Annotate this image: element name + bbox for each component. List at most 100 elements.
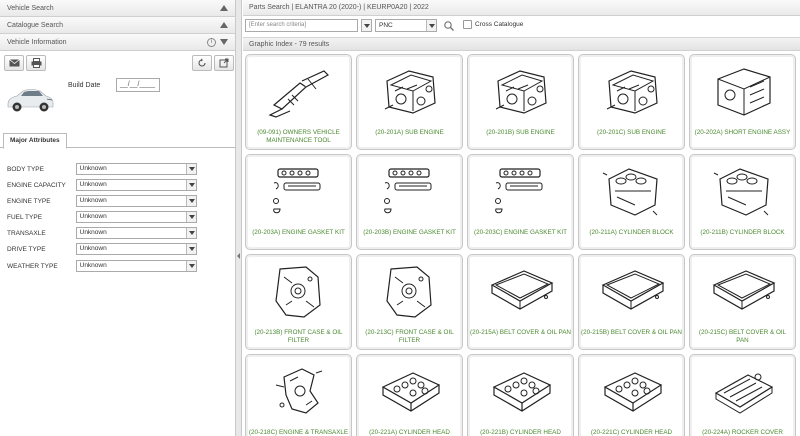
print-icon <box>31 58 41 68</box>
fuel-type-select[interactable]: Unknown <box>75 211 197 223</box>
gasket-icon <box>495 168 543 214</box>
attribute-row-transaxle: TRANSAXLE Unknown <box>7 227 197 239</box>
part-card[interactable]: (20-221A) CYLINDER HEAD <box>356 354 463 436</box>
front-case-icon <box>386 266 432 318</box>
attribute-label: FUEL TYPE <box>7 213 43 221</box>
part-card[interactable]: (20-213B) FRONT CASE & OIL FILTER <box>245 254 352 350</box>
chevron-down-icon[interactable] <box>186 180 196 190</box>
attribute-label: ENGINE TYPE <box>7 197 51 205</box>
cross-catalogue-checkbox[interactable] <box>463 20 472 29</box>
part-label[interactable]: (20-203C) ENGINE GASKET KIT <box>470 229 571 237</box>
accordion-catalogue-search[interactable]: Catalogue Search <box>0 17 235 34</box>
search-icon[interactable] <box>443 20 455 32</box>
attribute-row-weather-type: WEATHER TYPE Unknown <box>7 260 197 272</box>
drive-type-select[interactable]: Unknown <box>75 243 197 255</box>
part-card[interactable]: (09-091) OWNERS VEHICLE MAINTENANCE TOOL <box>245 54 352 150</box>
cross-catalogue-option[interactable]: Cross Catalogue <box>463 20 523 29</box>
chevron-down-icon[interactable] <box>186 164 196 174</box>
attribute-label: WEATHER TYPE <box>7 262 58 270</box>
search-row: [Enter search criteria] PNC Cross Catalo… <box>243 16 800 36</box>
transaxle-select[interactable]: Unknown <box>75 227 197 239</box>
part-label[interactable]: (20-203A) ENGINE GASKET KIT <box>248 229 349 237</box>
engine-icon <box>606 70 658 114</box>
part-card[interactable]: (20-203C) ENGINE GASKET KIT <box>467 154 574 250</box>
breadcrumb: Parts Search | ELANTRA 20 (2020-) | KEUR… <box>243 0 800 16</box>
part-label[interactable]: (20-221A) CYLINDER HEAD <box>359 429 460 436</box>
chevron-down-icon[interactable] <box>186 196 196 206</box>
part-card[interactable]: (20-201B) SUB ENGINE <box>467 54 574 150</box>
select-value: Unknown <box>79 165 107 172</box>
panel-splitter[interactable] <box>236 0 242 436</box>
search-type-select[interactable]: PNC <box>375 19 437 32</box>
part-label[interactable]: (20-201C) SUB ENGINE <box>581 129 682 137</box>
attribute-row-engine-capacity: ENGINE CAPACITY Unknown <box>7 179 197 191</box>
filter-icon[interactable] <box>220 39 228 45</box>
part-label[interactable]: (20-215B) BELT COVER & OIL PAN <box>581 329 682 337</box>
part-card[interactable]: (20-203B) ENGINE GASKET KIT <box>356 154 463 250</box>
chevron-down-icon[interactable] <box>186 228 196 238</box>
weather-type-select[interactable]: Unknown <box>75 260 197 272</box>
chevron-down-icon[interactable] <box>186 212 196 222</box>
attribute-label: DRIVE TYPE <box>7 245 46 253</box>
attribute-row-body-type: BODY TYPE Unknown <box>7 163 197 175</box>
part-card[interactable]: (20-201C) SUB ENGINE <box>578 54 685 150</box>
build-date-field[interactable]: __/__/____ <box>116 78 160 92</box>
reset-button[interactable] <box>192 55 212 71</box>
part-card[interactable]: (20-221C) CYLINDER HEAD <box>578 354 685 436</box>
tab-major-attributes[interactable]: Major Attributes <box>3 133 67 149</box>
engine-icon <box>384 70 436 114</box>
part-card[interactable]: (20-201A) SUB ENGINE <box>356 54 463 150</box>
print-button[interactable] <box>26 55 46 71</box>
right-panel: Parts Search | ELANTRA 20 (2020-) | KEUR… <box>243 0 800 436</box>
part-label[interactable]: (20-211B) CYLINDER BLOCK <box>692 229 793 237</box>
collapse-icon[interactable] <box>220 5 228 11</box>
accordion-vehicle-search[interactable]: Vehicle Search <box>0 0 235 17</box>
engine-capacity-select[interactable]: Unknown <box>75 179 197 191</box>
part-card[interactable]: (20-202A) SHORT ENGINE ASSY <box>689 54 796 150</box>
part-label[interactable]: (20-221B) CYLINDER HEAD <box>470 429 571 436</box>
part-label[interactable]: (20-215C) BELT COVER & OIL PAN <box>692 329 793 345</box>
left-panel: Vehicle Search Catalogue Search Vehicle … <box>0 0 236 436</box>
part-label[interactable]: (20-201B) SUB ENGINE <box>470 129 571 137</box>
collapse-icon[interactable] <box>220 22 228 28</box>
part-card[interactable]: (20-215A) BELT COVER & OIL PAN <box>467 254 574 350</box>
part-label[interactable]: (20-203B) ENGINE GASKET KIT <box>359 229 460 237</box>
export-icon <box>219 58 229 68</box>
jack-icon <box>268 70 329 118</box>
vehicle-toolbar <box>0 52 236 74</box>
part-card[interactable]: (20-211A) CYLINDER BLOCK <box>578 154 685 250</box>
chevron-down-icon[interactable] <box>186 261 196 271</box>
part-card[interactable]: (20-215C) BELT COVER & OIL PAN <box>689 254 796 350</box>
search-input[interactable]: [Enter search criteria] <box>245 19 358 32</box>
part-label[interactable]: (20-213B) FRONT CASE & OIL FILTER <box>248 329 349 345</box>
part-label[interactable]: (20-202A) SHORT ENGINE ASSY <box>692 129 793 137</box>
part-card[interactable]: (20-213C) FRONT CASE & OIL FILTER <box>356 254 463 350</box>
part-label[interactable]: (20-221C) CYLINDER HEAD <box>581 429 682 436</box>
part-card[interactable]: (20-203A) ENGINE GASKET KIT <box>245 154 352 250</box>
gasket-icon <box>273 168 321 214</box>
part-label[interactable]: (20-201A) SUB ENGINE <box>359 129 460 137</box>
part-card[interactable]: (20-224A) ROCKER COVER <box>689 354 796 436</box>
accordion-vehicle-information[interactable]: Vehicle Information i <box>0 34 235 51</box>
part-card[interactable]: (20-215B) BELT COVER & OIL PAN <box>578 254 685 350</box>
part-label[interactable]: (20-211A) CYLINDER BLOCK <box>581 229 682 237</box>
part-card[interactable]: (20-218C) ENGINE & TRANSAXLE <box>245 354 352 436</box>
part-label[interactable]: (20-213C) FRONT CASE & OIL FILTER <box>359 329 460 345</box>
engine-type-select[interactable]: Unknown <box>75 195 197 207</box>
part-card[interactable]: (20-211B) CYLINDER BLOCK <box>689 154 796 250</box>
graphic-index-header: Graphic Index - 79 results <box>243 37 800 51</box>
chevron-down-icon[interactable] <box>186 244 196 254</box>
part-label[interactable]: (20-218C) ENGINE & TRANSAXLE <box>248 429 349 436</box>
email-button[interactable] <box>4 55 24 71</box>
search-history-dropdown[interactable] <box>361 19 372 32</box>
chevron-down-icon[interactable] <box>426 20 436 31</box>
part-label[interactable]: (20-215A) BELT COVER & OIL PAN <box>470 329 571 337</box>
part-card[interactable]: (20-221B) CYLINDER HEAD <box>467 354 574 436</box>
part-label[interactable]: (09-091) OWNERS VEHICLE MAINTENANCE TOOL <box>248 129 349 145</box>
select-value: Unknown <box>79 181 107 188</box>
collapse-arrow-icon[interactable] <box>237 253 240 259</box>
part-label[interactable]: (20-224A) ROCKER COVER <box>692 429 793 436</box>
info-icon[interactable]: i <box>207 37 216 47</box>
body-type-select[interactable]: Unknown <box>75 163 197 175</box>
export-button[interactable] <box>214 55 234 71</box>
